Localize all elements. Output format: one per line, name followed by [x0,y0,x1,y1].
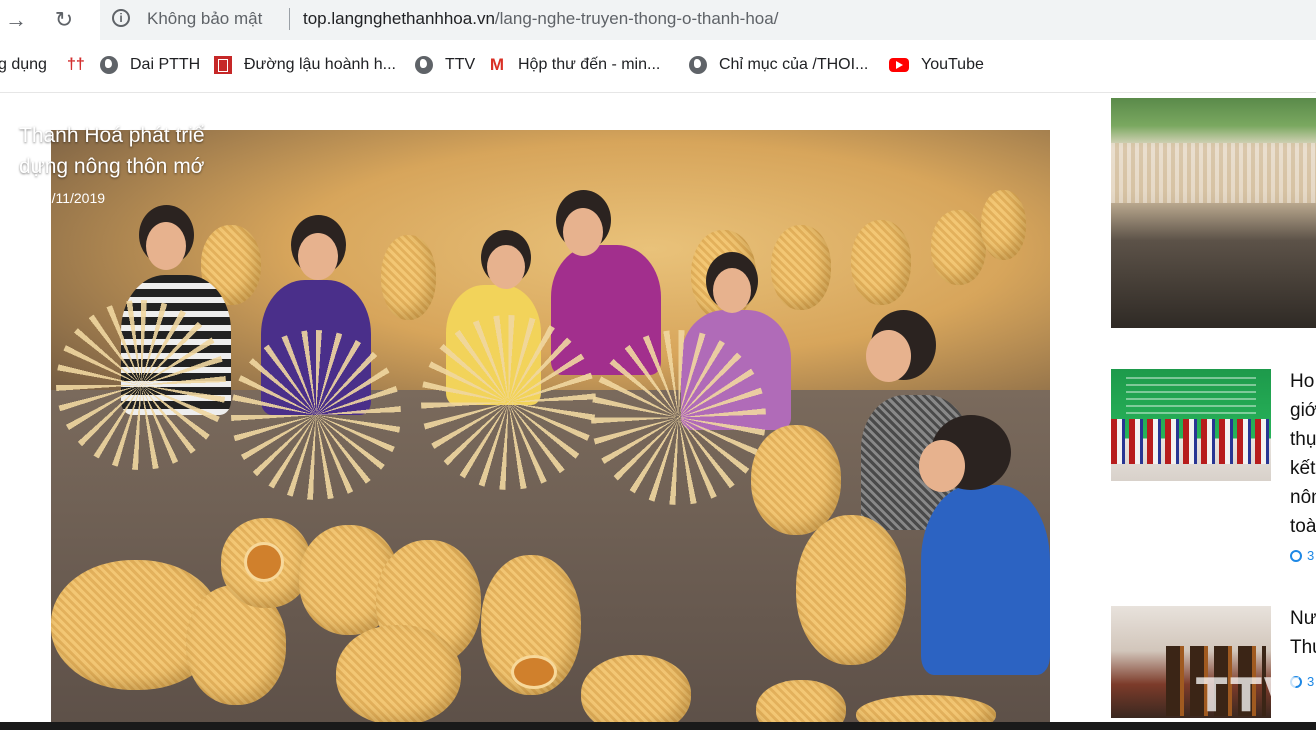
bookmark-label: Đường lậu hoành h... [244,56,396,73]
featured-date-text: 05/11/2019 [36,190,106,206]
thoi-logo-icon [214,56,232,74]
tt-logo-icon: †† [67,56,85,73]
forward-arrow-icon[interactable]: → [2,6,30,34]
bookmark-label: Dai PTTH [130,56,201,73]
bookmark-dai-ptth[interactable]: Dai PTTH [100,56,200,74]
bamboo-lamp [796,515,906,665]
clock-icon [19,192,31,204]
bookmark-duong-lau[interactable]: Đường lậu hoành h... [214,56,396,74]
globe-icon [415,56,433,74]
lamp-opening [244,542,284,582]
bookmark-apps[interactable]: g dụng [0,56,47,74]
lamp-opening [511,655,557,689]
bookmark-label: TTV [445,56,476,73]
weaver-face [298,233,338,280]
weave-texture [1111,143,1316,203]
featured-article-card[interactable] [1111,98,1316,328]
bamboo-lamp [336,625,461,725]
featured-title-line: dựng nông thôn mớ [19,155,205,178]
sidebar-meta-text: 3 [1307,674,1315,689]
article-hero-image[interactable] [51,130,1050,725]
globe-icon [689,56,707,74]
security-label[interactable]: Không bảo mật [147,9,262,29]
bookmark-label: Hộp thư đến - min... [518,56,661,73]
bookmark-gmail[interactable]: M Hộp thư đến - min... [488,56,660,74]
bookmarks-bar: g dụng †† Dai PTTH Đường lậu hoành h... … [0,48,1316,84]
weaver-face [487,245,525,289]
sidebar-article-title[interactable]: Ho giớ thụ kết nôn toà [1290,367,1316,541]
bamboo-lamp [751,425,841,535]
banner-graphic [1126,377,1256,417]
sidebar-article-meta: 3 [1290,548,1314,563]
basket-row [981,190,1026,260]
sidebar-article-title[interactable]: Nư Thu [1290,604,1316,662]
featured-article-date: 05/11/2019 [19,190,105,206]
bookmark-label: g dụng [0,56,47,73]
bamboo-fan [591,330,766,505]
weaver-face [146,222,186,270]
basket-row [381,235,436,320]
url-path: /lang-nghe-truyen-thong-o-thanh-hoa/ [494,9,779,28]
weaver-face [919,440,965,492]
sidebar-meta-text: 3 [1307,548,1315,563]
people-graphic [1111,419,1271,464]
weaver-face [713,268,751,313]
address-divider [289,8,290,30]
bookmark-youtube[interactable]: YouTube [889,56,984,74]
basket-row [771,225,831,310]
gmail-icon: M [488,55,506,74]
bookmark-label: YouTube [921,56,984,73]
browser-toolbar: → ↻ i Không bảo mật top.langnghethanhhoa… [0,0,1316,42]
bookmark-label: Chỉ mục của /THOI... [719,56,869,73]
youtube-icon [889,58,909,72]
clock-icon [1290,549,1302,562]
bookmark-tt[interactable]: †† [67,56,85,74]
weaver-person [921,485,1050,675]
url-text[interactable]: top.langnghethanhhoa.vn/lang-nghe-truyen… [303,9,778,29]
featured-title-line: Thanh Hoá phát triể [19,124,205,147]
ttv-watermark: TTV [1196,668,1302,722]
bamboo-fan [231,330,401,500]
bamboo-fan [56,300,226,470]
basket-row [931,210,986,285]
bookmark-ttv[interactable]: TTV [415,56,475,74]
toolbar-divider [0,92,1316,93]
globe-icon [100,56,118,74]
reload-icon[interactable]: ↻ [50,6,78,34]
bookmark-chi-muc[interactable]: Chỉ mục của /THOI... [689,56,868,74]
info-icon[interactable]: i [112,9,130,27]
weaver-face [563,208,603,256]
basket-row [851,220,911,305]
bamboo-lamp [581,655,691,725]
bottom-edge [0,722,1316,730]
article-thumbnail[interactable] [1111,369,1271,481]
featured-article-title[interactable]: Thanh Hoá phát triể dựng nông thôn mớ [19,120,209,182]
bamboo-fan [421,315,596,490]
weaver-face [866,330,911,382]
bamboo-lamp [856,695,996,725]
url-host: top.langnghethanhhoa.vn [303,9,495,28]
